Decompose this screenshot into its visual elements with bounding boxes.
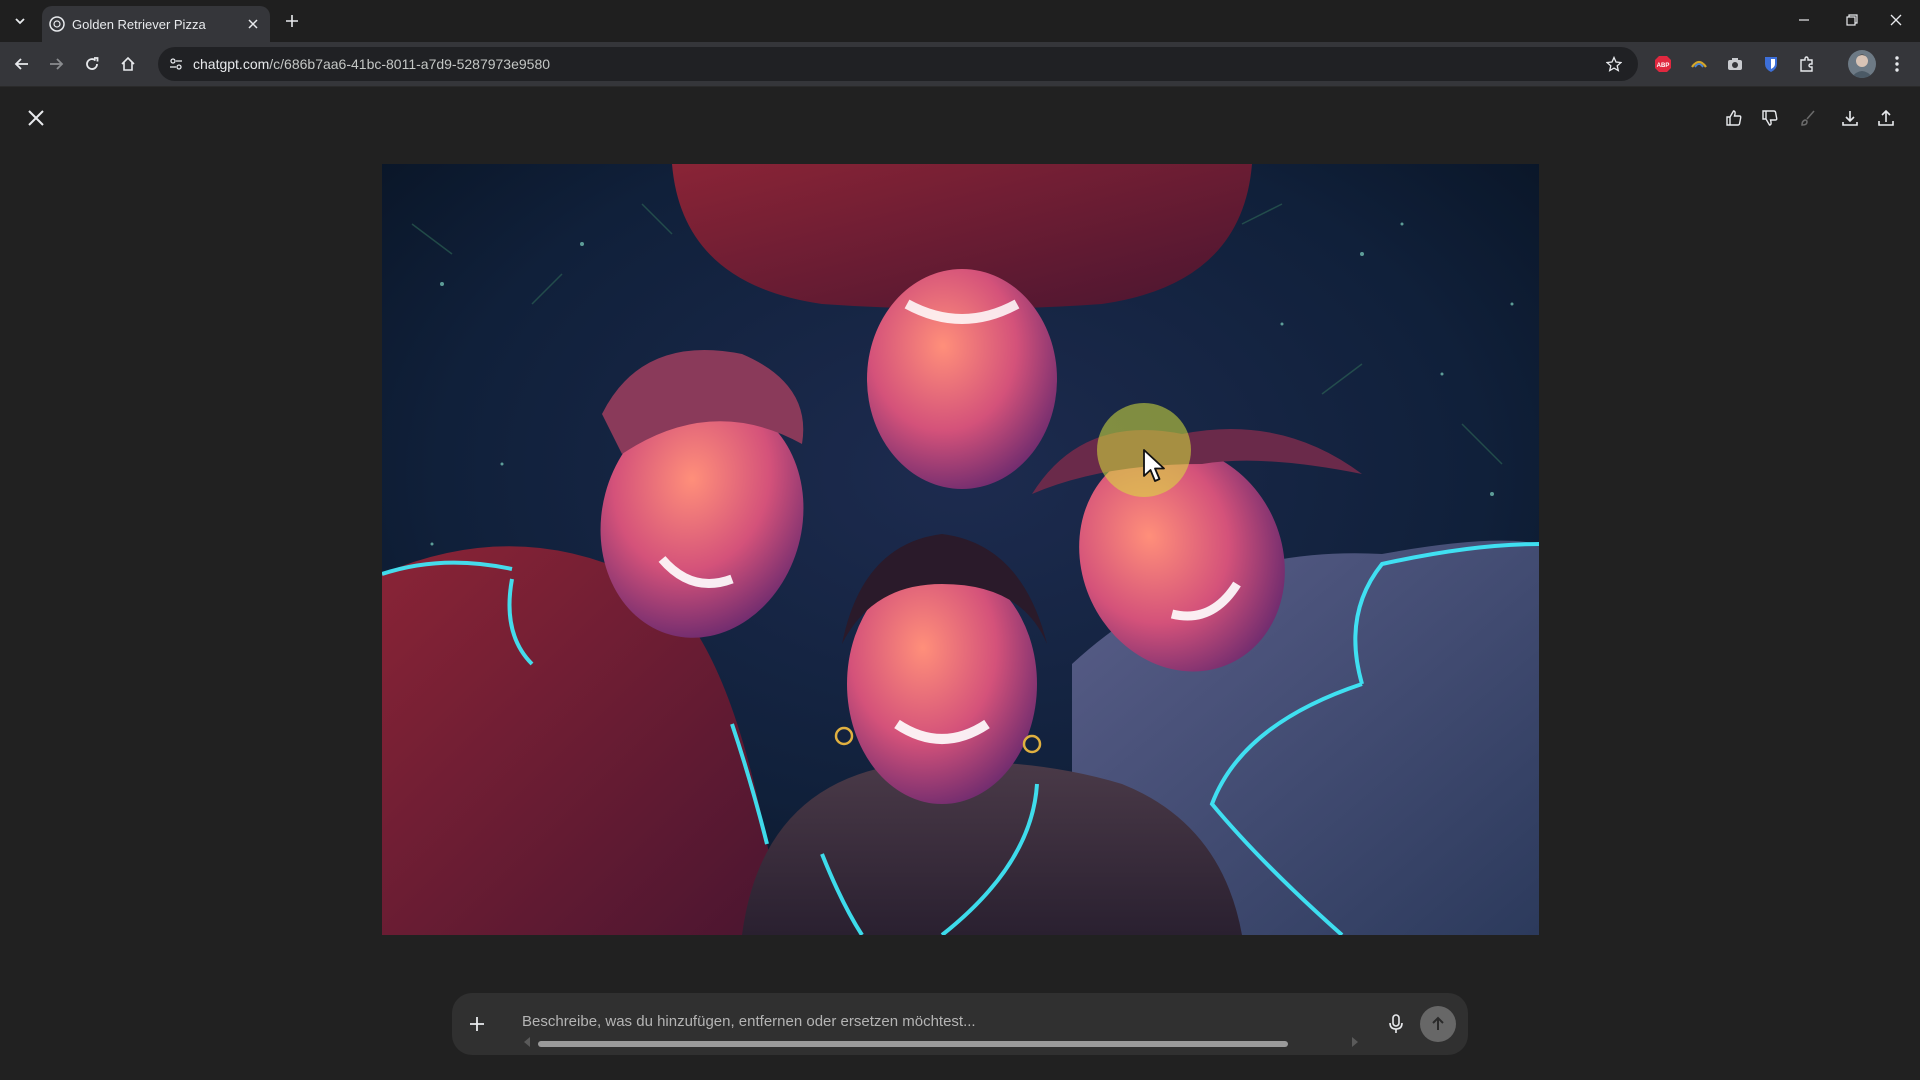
bookmark-star-icon[interactable] [1604, 54, 1624, 74]
site-info-tune-icon[interactable] [166, 54, 186, 74]
thumbs-down-icon[interactable] [1758, 106, 1782, 130]
svg-text:ABP: ABP [1657, 63, 1670, 69]
back-arrow-icon[interactable] [8, 51, 36, 77]
tab-search-chevron-icon[interactable] [8, 9, 32, 33]
url-text: chatgpt.com/c/686b7aa6-41bc-8011-a7d9-52… [193, 56, 550, 72]
reload-icon[interactable] [78, 51, 106, 77]
bitwarden-icon[interactable] [1760, 53, 1782, 75]
generated-image [382, 164, 1539, 935]
url-path: /c/686b7aa6-41bc-8011-a7d9-5287973e9580 [269, 56, 551, 72]
browser-toolbar: chatgpt.com/c/686b7aa6-41bc-8011-a7d9-52… [0, 42, 1920, 87]
scroll-left-arrow-icon[interactable] [522, 1036, 532, 1048]
share-icon[interactable] [1874, 106, 1898, 130]
forward-arrow-icon[interactable] [42, 51, 70, 77]
plus-icon[interactable] [462, 1009, 492, 1039]
minimize-icon[interactable] [1790, 8, 1818, 32]
send-arrow-icon[interactable] [1420, 1006, 1456, 1042]
tab-close-icon[interactable] [244, 15, 262, 33]
chatgpt-logo-icon [48, 15, 66, 33]
profile-avatar[interactable] [1848, 50, 1876, 78]
camera-icon[interactable] [1724, 53, 1746, 75]
url-host: chatgpt.com [193, 56, 270, 72]
new-tab-plus-icon[interactable] [280, 9, 304, 33]
window-close-icon[interactable] [1882, 8, 1910, 32]
thumbs-up-icon[interactable] [1722, 106, 1746, 130]
puzzle-icon[interactable] [1796, 53, 1818, 75]
home-icon[interactable] [114, 51, 142, 77]
download-icon[interactable] [1838, 106, 1862, 130]
adblock-plus-icon[interactable]: ABP [1652, 53, 1674, 75]
edit-brush-icon[interactable] [1796, 106, 1820, 130]
tab-title: Golden Retriever Pizza [72, 17, 206, 32]
close-icon[interactable] [24, 106, 48, 130]
microphone-icon[interactable] [1379, 1007, 1413, 1041]
address-bar[interactable]: chatgpt.com/c/686b7aa6-41bc-8011-a7d9-52… [158, 47, 1638, 81]
mouse-pointer-icon [1140, 446, 1170, 486]
scroll-right-arrow-icon[interactable] [1350, 1036, 1360, 1048]
horizontal-scrollbar-thumb[interactable] [538, 1041, 1288, 1047]
edit-prompt-bar [452, 993, 1468, 1055]
prompt-input[interactable] [522, 1009, 1322, 1033]
kebab-menu-icon[interactable] [1886, 53, 1908, 75]
extension-icon[interactable] [1688, 53, 1710, 75]
active-tab[interactable]: Golden Retriever Pizza [42, 6, 270, 42]
tab-strip: Golden Retriever Pizza [0, 0, 1920, 42]
restore-icon[interactable] [1838, 8, 1866, 32]
